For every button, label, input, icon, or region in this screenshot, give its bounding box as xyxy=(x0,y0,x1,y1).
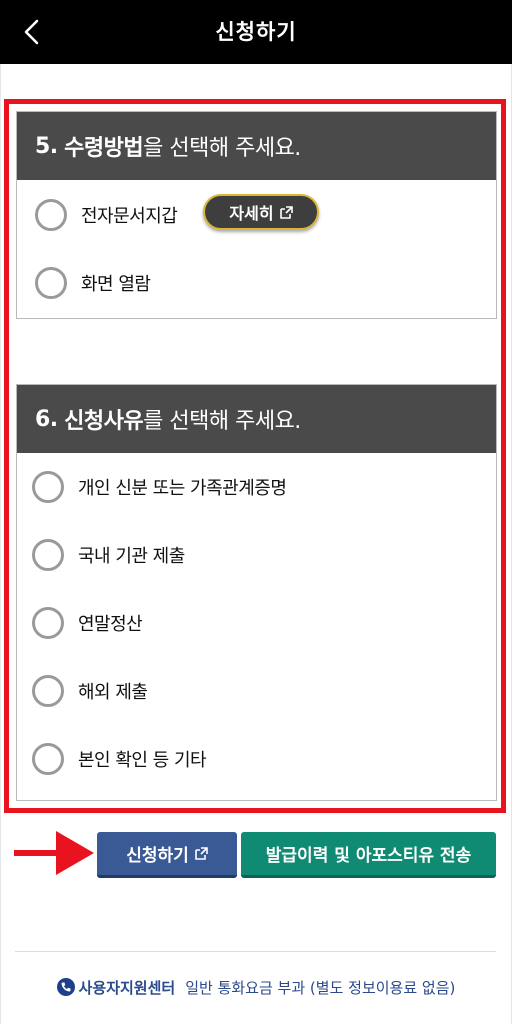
apply-button-label: 신청하기 xyxy=(126,846,189,866)
support-center-link[interactable]: 사용자지원센터 xyxy=(79,977,176,998)
issue-history-button[interactable]: 발급이력 및 아포스티유 전송 xyxy=(241,832,496,878)
highlight-frame xyxy=(4,99,506,813)
footer-divider xyxy=(15,951,496,952)
apply-button[interactable]: 신청하기 xyxy=(97,832,237,878)
issue-history-button-label: 발급이력 및 아포스티유 전송 xyxy=(265,846,472,866)
support-footer: 사용자지원센터 일반 통화요금 부과 (별도 정보이용료 없음) xyxy=(0,974,512,1000)
page-title: 신청하기 xyxy=(215,20,297,44)
phone-icon xyxy=(56,978,75,996)
call-fee-note: 일반 통화요금 부과 (별도 정보이용료 없음) xyxy=(185,978,456,997)
arrow-right-icon xyxy=(14,831,94,875)
app-header: 신청하기 xyxy=(0,0,512,64)
external-link-icon xyxy=(194,847,208,860)
